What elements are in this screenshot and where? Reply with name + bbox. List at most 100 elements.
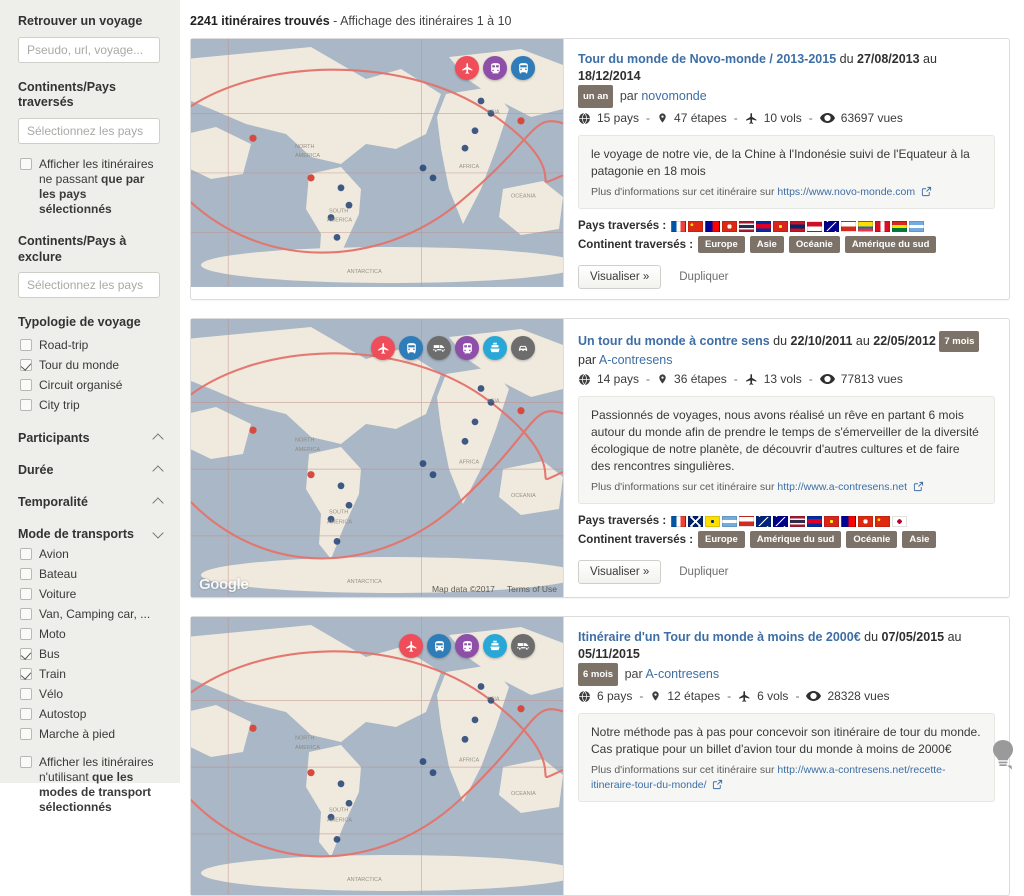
transport-item-row[interactable]: Avion (20, 547, 168, 562)
chevron-up-icon[interactable] (154, 497, 164, 507)
transport-mode-badges (371, 336, 535, 360)
transport-item-row[interactable]: Vélo (20, 687, 168, 702)
transport-item-checkbox[interactable] (20, 547, 32, 560)
only-selected-transports-checkbox-row[interactable]: Afficher les itinéraires n'utilisant que… (20, 755, 168, 815)
dupliquer-button[interactable]: Dupliquer (667, 265, 740, 289)
train-mode-icon (483, 56, 507, 80)
stat-pays: 14 pays (597, 372, 640, 386)
continents-row: Continent traversés : Europe Asie Océanie Am… (578, 236, 995, 253)
countries-excluded-input[interactable] (18, 272, 160, 299)
transport-item-checkbox[interactable] (20, 567, 32, 580)
transport-item-label: Bus (39, 646, 60, 661)
chevron-down-icon[interactable] (154, 529, 164, 539)
duration-badge: 7 mois (939, 331, 980, 352)
eye-icon (819, 112, 835, 124)
transport-item-label: Marche à pied (39, 726, 116, 741)
chevron-up-icon[interactable] (154, 465, 164, 475)
svg-text:NORTH: NORTH (295, 735, 314, 741)
transport-item-row[interactable]: Van, Camping car, ... (20, 607, 168, 622)
itinerary-external-link[interactable]: http://www.a-contresens.net/recette-itin… (591, 764, 946, 791)
itinerary-details: Itinéraire d'un Tour du monde à moins de… (564, 617, 1009, 895)
typology-item-checkbox[interactable] (20, 338, 32, 351)
itinerary-title-link[interactable]: Un tour du monde à contre sens (578, 334, 770, 348)
only-selected-transports-checkbox[interactable] (20, 755, 32, 768)
author-link[interactable]: A-contresens (599, 353, 673, 367)
stat-vols: 13 vols (763, 372, 802, 386)
svg-text:AMERICA: AMERICA (327, 817, 352, 823)
author-link[interactable]: novomonde (641, 89, 706, 103)
transport-item-label: Avion (39, 546, 69, 561)
svg-text:ANTARCTICA: ANTARCTICA (347, 269, 382, 275)
bus-mode-icon (427, 634, 451, 658)
typology-item-checkbox[interactable] (20, 378, 32, 391)
typology-item-row[interactable]: Circuit organisé (20, 378, 168, 393)
accordion-mode-de-transports[interactable]: Mode de transports (18, 527, 164, 541)
transport-item-checkbox[interactable] (20, 707, 32, 720)
only-selected-countries-checkbox-row[interactable]: Afficher les itinéraires ne passant que … (20, 157, 168, 217)
transport-item-checkbox[interactable] (20, 667, 32, 680)
only-selected-countries-checkbox[interactable] (20, 157, 32, 170)
itinerary-external-link[interactable]: http://www.a-contresens.net (777, 481, 907, 493)
transport-item-row[interactable]: Bus (20, 647, 168, 662)
country-flag-HK (858, 515, 874, 527)
transport-item-label: Train (39, 666, 66, 681)
feedback-lightbulb-button[interactable] (982, 733, 1024, 775)
typology-item-label: Tour du monde (39, 357, 120, 372)
typology-item-checkbox[interactable] (20, 398, 32, 411)
transport-item-checkbox[interactable] (20, 647, 32, 660)
typology-item-row[interactable]: Tour du monde (20, 358, 168, 373)
pin-icon (657, 372, 668, 386)
transport-item-row[interactable]: Marche à pied (20, 727, 168, 742)
continent-tag: Europe (698, 236, 745, 253)
typology-item-row[interactable]: City trip (20, 398, 168, 413)
countries-included-input[interactable] (18, 117, 160, 144)
accordion-participants-label: Participants (18, 430, 90, 445)
dupliquer-button[interactable]: Dupliquer (667, 560, 740, 584)
transport-item-row[interactable]: Autostop (20, 707, 168, 722)
app-root: Retrouver un voyage Continents/Pays trav… (0, 0, 1024, 896)
typology-item-row[interactable]: Road-trip (20, 338, 168, 353)
transport-item-row[interactable]: Bateau (20, 567, 168, 582)
transport-item-row[interactable]: Moto (20, 627, 168, 642)
country-flag-VN (773, 220, 789, 232)
itinerary-title-link[interactable]: Itinéraire d'un Tour du monde à moins de… (578, 630, 861, 644)
stat-separator: - (646, 372, 651, 386)
accordion-participants[interactable]: Participants (18, 431, 164, 445)
itinerary-map[interactable]: NORTH AMERICA SOUTH AMERICA AFRICA ASIA OC… (191, 319, 564, 597)
chevron-up-icon[interactable] (154, 433, 164, 443)
transport-mode-badges (399, 634, 535, 658)
author-link[interactable]: A-contresens (645, 667, 719, 681)
visualiser-button[interactable]: Visualiser » (578, 560, 662, 584)
itinerary-map[interactable]: NORTH AMERICA SOUTH AMERICA AFRICA ASIA OC… (191, 39, 564, 287)
svg-text:AFRICA: AFRICA (459, 758, 480, 764)
stat-separator: - (795, 689, 800, 703)
itinerary-description: Notre méthode pas à pas pour concevoir s… (591, 725, 981, 756)
transport-item-checkbox[interactable] (20, 627, 32, 640)
map-terms-link[interactable]: Terms of Use (507, 584, 557, 594)
avion-mode-icon (455, 56, 479, 80)
itinerary-title-link[interactable]: Tour du monde de Novo-monde / 2013-2015 (578, 52, 836, 66)
transport-item-checkbox[interactable] (20, 727, 32, 740)
transport-item-checkbox[interactable] (20, 687, 32, 700)
svg-text:AFRICA: AFRICA (459, 164, 480, 170)
continents-row: Continent traversés : Europe Amérique du s… (578, 531, 995, 548)
countries-label: Pays traversés : (578, 515, 667, 527)
svg-text:AMERICA: AMERICA (295, 153, 320, 159)
itinerary-map[interactable]: NORTH AMERICA SOUTH AMERICA AFRICA ASIA OC… (191, 617, 564, 895)
transport-item-row[interactable]: Train (20, 667, 168, 682)
itinerary-meta: Pays traversés : Continent traversés : Eu… (578, 220, 995, 253)
accordion-duree[interactable]: Durée (18, 463, 164, 477)
countries-label: Pays traversés : (578, 220, 667, 232)
typology-item-checkbox[interactable] (20, 358, 32, 371)
accordion-temporalite[interactable]: Temporalité (18, 495, 164, 509)
visualiser-button[interactable]: Visualiser » (578, 265, 662, 289)
transport-item-row[interactable]: Voiture (20, 587, 168, 602)
itinerary-more-info: Plus d'informations sur cet itinéraire s… (591, 764, 946, 791)
itinerary-external-link[interactable]: https://www.novo-monde.com (777, 186, 915, 198)
svg-text:SOUTH: SOUTH (329, 510, 348, 516)
itinerary-details: Un tour du monde à contre sens du 22/10/… (564, 319, 1009, 597)
search-input[interactable] (18, 36, 160, 63)
transport-item-checkbox[interactable] (20, 587, 32, 600)
transport-item-checkbox[interactable] (20, 607, 32, 620)
results-range: - Affichage des itinéraires 1 à 10 (329, 14, 512, 28)
